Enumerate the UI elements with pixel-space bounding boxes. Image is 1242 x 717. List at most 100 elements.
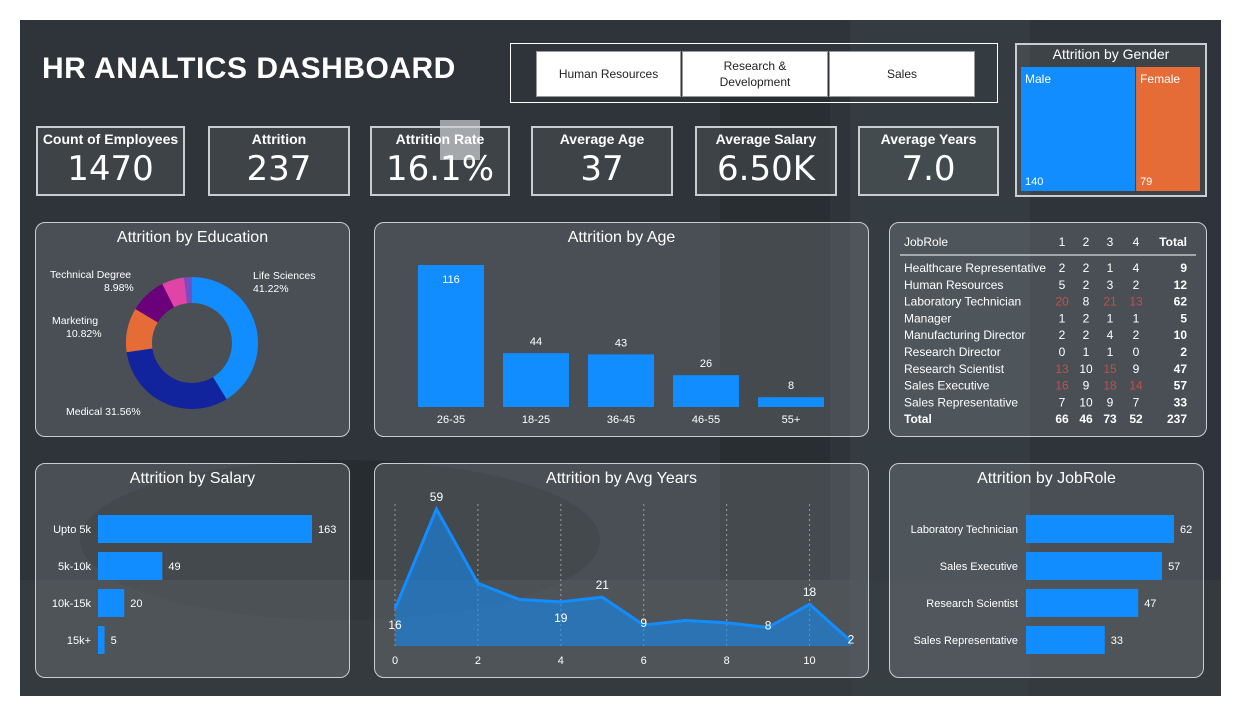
matrix-cell: 9 [1107,395,1114,409]
salary-bar [98,589,125,617]
matrix-header: Total [1159,235,1187,249]
age-bar-label: 44 [530,336,542,348]
point-label: 19 [554,611,568,625]
matrix-cell: 62 [1174,295,1188,309]
matrix-row-label: Human Resources [904,278,1003,292]
matrix-cell: 0 [1133,345,1140,359]
matrix-cell: 2 [1180,345,1187,359]
page-title: HR ANALTICS DASHBOARD [42,52,456,85]
matrix-cell: 2 [1059,328,1066,342]
matrix-cell: 1 [1107,311,1114,325]
matrix-cell: 10 [1079,395,1093,409]
kpi-label: Count of Employees [42,131,179,147]
matrix-cell: 9 [1083,379,1090,393]
matrix-header: 4 [1133,235,1140,249]
matrix-cell: 18 [1103,379,1117,393]
x-tick-label: 8 [724,655,730,667]
kpi-label: Attrition Rate [395,131,485,147]
jobrole-bar-chart: 62 Laboratory Technician 57 Sales Executive… [911,515,1192,654]
salary-tick-label: 10k-15k [52,598,92,610]
salary-bar [98,515,312,543]
kpi-label: Average Age [559,131,645,147]
jobrole-bar-label: 62 [1180,524,1192,536]
matrix-row-label: Healthcare Representative [904,261,1046,275]
donut-label-name: Technical Degree [50,269,131,281]
salary-bar-chart: 163 Upto 5k 49 5k-10k 20 10k-15k 5 15k+ [52,515,336,654]
matrix-cell: 20 [1055,295,1069,309]
matrix-cell: 4 [1107,328,1114,342]
matrix-row-label: Research Scientist [904,362,1005,376]
department-slicer: Human Resources Research & Development S… [510,43,998,103]
kpi-label: Average Years [880,131,977,147]
point-label: 18 [803,585,817,599]
slicer-human-resources[interactable]: Human Resources [536,51,681,97]
treemap-label: Female [1140,72,1180,86]
x-tick-label: 4 [558,655,564,667]
matrix-total-label: Total [904,412,932,426]
slicer-sales[interactable]: Sales [829,51,975,97]
age-card: Attrition by Age 116 26-35 44 18-25 43 36-45 2… [374,222,869,437]
jobrole-tick-label: Sales Representative [913,635,1018,647]
jobrole-bar-label: 33 [1111,635,1123,647]
matrix-cell: 0 [1059,345,1066,359]
matrix-cell: 9 [1180,261,1187,275]
kpi-label: Attrition [251,131,307,147]
matrix-cell: 7 [1133,395,1140,409]
point-label: 9 [640,616,647,630]
treemap-value: 140 [1025,176,1043,188]
age-bar [588,354,654,407]
matrix-header: 2 [1083,235,1090,249]
matrix-cell: 2 [1083,328,1090,342]
jobrole-matrix-card: JobRole 1 2 3 4 Total Healthcare Representativ… [889,222,1207,437]
salary-card: Attrition by Salary 163 Upto 5k 49 5k-10k 20… [35,463,350,678]
salary-tick-label: Upto 5k [53,524,91,536]
kpi-attrition: Attrition 237 [208,126,350,196]
jobrole-tick-label: Sales Executive [940,561,1018,573]
kpi-value: 1470 [67,149,154,189]
matrix-cell: 8 [1083,295,1090,309]
x-tick-label: 6 [641,655,647,667]
matrix-cell: 10 [1079,362,1093,376]
age-tick-label: 36-45 [607,414,635,426]
point-label: 8 [765,618,772,632]
donut-label-pct: 8.98% [104,282,134,294]
jobrole-bar-label: 47 [1144,598,1156,610]
kpi-label: Average Salary [715,131,817,147]
matrix-cell: 14 [1129,379,1143,393]
point-label: 2 [848,632,855,646]
matrix-cell: 2 [1059,261,1066,275]
age-tick-label: 26-35 [437,414,465,426]
matrix-cell: 10 [1174,328,1188,342]
education-donut: Life Sciences41.22% Medical 31.56% Marketi… [50,269,315,418]
salary-bar-label: 163 [318,524,336,536]
kpi-average-years: Average Years 7.0 [858,126,999,196]
age-bar-label: 26 [700,358,712,370]
matrix-cell: 13 [1129,295,1143,309]
matrix-cell: 12 [1174,278,1188,292]
kpi-average-salary: Average Salary 6.50K [695,126,837,196]
gender-treemap: Male 140 Female 79 [1021,67,1200,191]
kpi-attrition-rate: Attrition Rate 16.1% [370,126,510,196]
x-tick-label: 2 [475,655,481,667]
donut-label-name: Marketing [52,315,98,327]
jobrole-matrix: JobRole 1 2 3 4 TotalHealthcare Representativ… [900,235,1196,426]
slicer-research-development[interactable]: Research & Development [682,51,828,97]
salary-bar [98,626,105,654]
matrix-cell: 2 [1083,311,1090,325]
treemap-label: Male [1025,72,1051,86]
matrix-cell: 2 [1083,278,1090,292]
gender-treemap-card: Attrition by Gender Male 140 Female 79 [1015,43,1207,197]
age-bar [758,397,824,407]
matrix-row-label: Sales Representative [904,395,1018,409]
matrix-cell: 4 [1133,261,1140,275]
matrix-cell: 2 [1133,278,1140,292]
age-bar [673,375,739,407]
age-bar-chart: 116 26-35 44 18-25 43 36-45 26 46-55 8 55+ [418,265,824,426]
matrix-header: JobRole [904,235,948,249]
matrix-row-label: Laboratory Technician [904,295,1021,309]
matrix-cell: 57 [1174,379,1188,393]
age-bar [503,353,569,407]
matrix-cell: 1 [1059,311,1066,325]
dashboard: HR ANALTICS DASHBOARD Human Resources Re… [20,20,1221,696]
jobrole-tick-label: Laboratory Technician [911,524,1018,536]
